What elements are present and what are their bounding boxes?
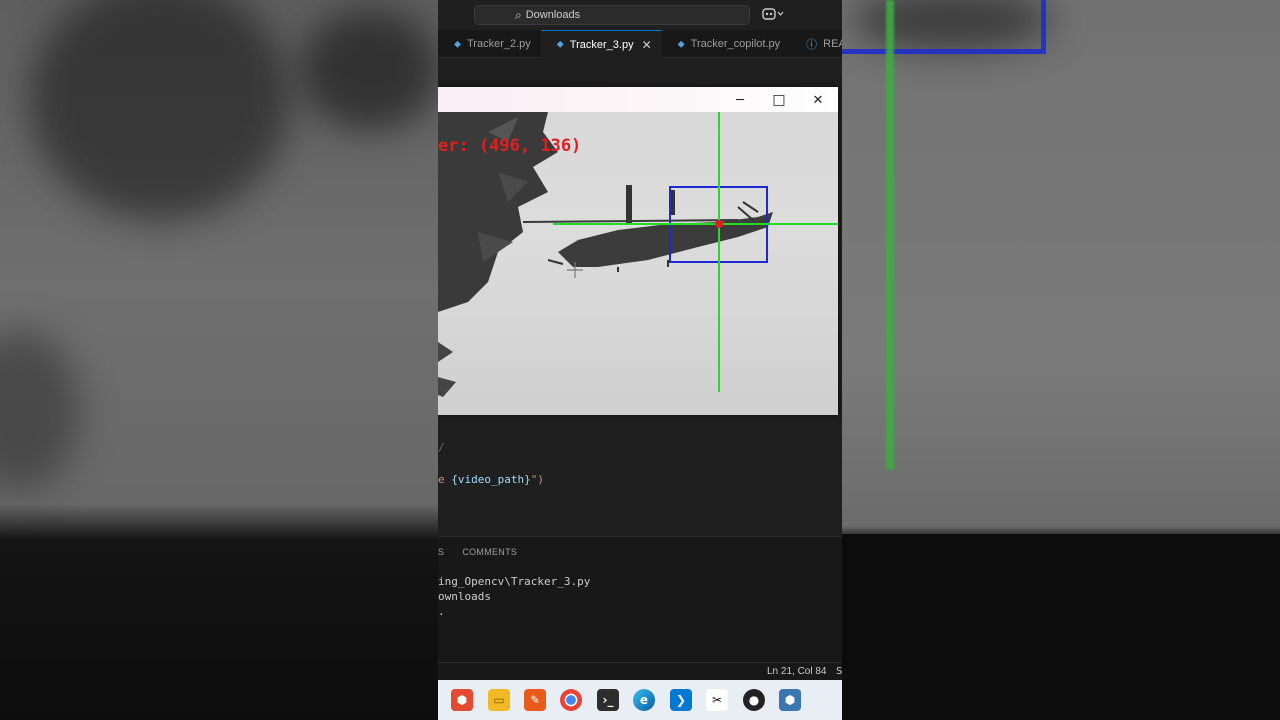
terminal-line: ownloads bbox=[438, 590, 491, 603]
video-frame: er: (496, 136) bbox=[438, 112, 838, 415]
tab-label: Tracker_copilot.py bbox=[690, 38, 781, 50]
code-line: / bbox=[438, 441, 445, 454]
blurred-tracker-box bbox=[842, 0, 1046, 54]
terminal-line: . bbox=[438, 605, 445, 618]
close-button[interactable]: ✕ bbox=[808, 91, 828, 109]
file-explorer-icon[interactable]: ▭ bbox=[488, 689, 510, 711]
windows-taskbar: ⬢ ▭ ✎ ›_ e ❯ ✂ ● ⬢ bbox=[438, 680, 842, 720]
center-dot bbox=[715, 220, 723, 228]
minimize-button[interactable]: ─ bbox=[730, 91, 750, 109]
vscode-window: ⌕ Downloads ⬥ Tracker_2.py ⬥ Tracker_3.p… bbox=[438, 0, 842, 720]
tab-label: Tracker_2.py bbox=[467, 38, 531, 50]
tab-label: REA bbox=[823, 38, 842, 50]
info-icon: ⓘ bbox=[806, 39, 818, 51]
tab-tracker-3[interactable]: ⬥ Tracker_3.py ✕ bbox=[540, 30, 662, 58]
screen: ⌕ Downloads ⬥ Tracker_2.py ⬥ Tracker_3.p… bbox=[0, 0, 1280, 720]
code-string: e bbox=[438, 473, 452, 486]
tab-label: Tracker_3.py bbox=[569, 38, 634, 51]
panel-tab-comments[interactable]: COMMENTS bbox=[462, 547, 517, 557]
blurred-background-left bbox=[0, 0, 438, 720]
vscode-icon[interactable]: ❯ bbox=[670, 689, 692, 711]
copilot-icon[interactable] bbox=[762, 8, 784, 23]
search-icon: ⌕ bbox=[515, 7, 522, 22]
tab-tracker-2[interactable]: ⬥ Tracker_2.py bbox=[438, 30, 541, 58]
opencv-window[interactable]: ─ □ ✕ er: (496, 136) bbox=[438, 87, 838, 415]
helicopter bbox=[522, 185, 773, 272]
title-bar: ⌕ Downloads bbox=[438, 0, 842, 30]
panel-tabs: S COMMENTS bbox=[438, 547, 535, 557]
python-file-icon: ⬥ bbox=[556, 39, 564, 50]
status-item[interactable]: S bbox=[836, 666, 842, 677]
maximize-button[interactable]: □ bbox=[769, 91, 789, 109]
tab-tracker-copilot[interactable]: ⬥ Tracker_copilot.py bbox=[662, 30, 790, 58]
terminal-panel: S COMMENTS ing_Opencv\Tracker_3.py ownloa… bbox=[438, 536, 842, 662]
panel-tab-ports[interactable]: S bbox=[438, 547, 444, 557]
blurred-crosshair-line bbox=[886, 0, 894, 470]
search-text: Downloads bbox=[525, 9, 581, 21]
center-coordinates-label: er: (496, 136) bbox=[438, 136, 582, 156]
blurred-dark-band bbox=[842, 534, 1280, 720]
code-line: e {video_path}") bbox=[438, 473, 544, 486]
chrome-icon[interactable] bbox=[560, 689, 582, 711]
sap-icon[interactable]: ⬢ bbox=[451, 689, 473, 711]
github-desktop-icon[interactable]: ● bbox=[743, 689, 765, 711]
capcut-icon[interactable]: ✂ bbox=[706, 689, 728, 711]
python-file-icon: ⬥ bbox=[454, 38, 461, 50]
terminal-line: ing_Opencv\Tracker_3.py bbox=[438, 575, 591, 588]
video-scene bbox=[438, 112, 838, 397]
edge-icon[interactable]: e bbox=[633, 689, 655, 711]
code-variable: {video_path} bbox=[451, 473, 531, 486]
python-file-icon: ⬥ bbox=[677, 38, 685, 50]
tab-readme[interactable]: ⓘ REA bbox=[790, 30, 842, 58]
editor-tabs: ⬥ Tracker_2.py ⬥ Tracker_3.py ✕ ⬥ Tracke… bbox=[438, 30, 842, 58]
reader-icon[interactable]: ✎ bbox=[524, 689, 546, 711]
close-icon[interactable]: ✕ bbox=[642, 38, 652, 52]
status-bar: Ln 21, Col 84 S bbox=[438, 662, 842, 680]
opencv-title-bar[interactable]: ─ □ ✕ bbox=[438, 87, 838, 112]
code-string-end: ") bbox=[530, 473, 544, 486]
terminal-icon[interactable]: ›_ bbox=[597, 689, 619, 711]
command-center-search[interactable]: ⌕ Downloads bbox=[474, 5, 750, 25]
cursor-position[interactable]: Ln 21, Col 84 bbox=[767, 666, 827, 677]
python-icon[interactable]: ⬢ bbox=[779, 689, 801, 711]
